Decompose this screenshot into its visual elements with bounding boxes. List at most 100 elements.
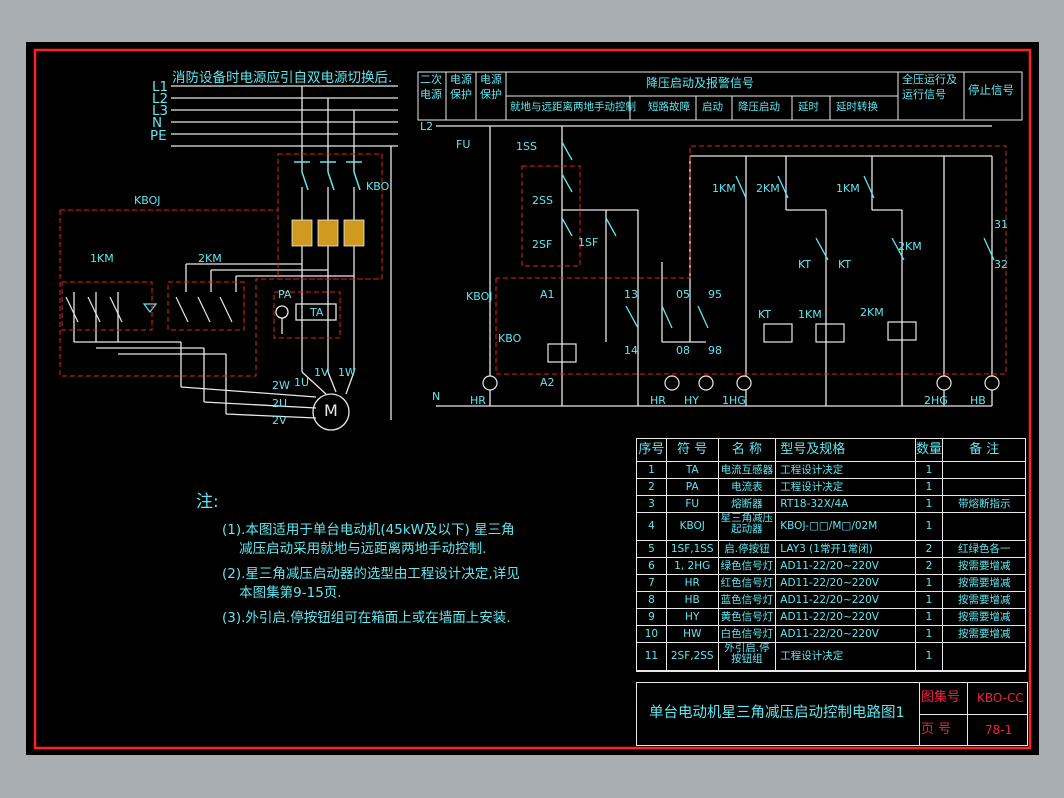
table-cell: HR — [667, 575, 719, 591]
table-cell: 按需要增减 — [957, 628, 1011, 640]
table-row: 4 KBOJ 星三角减压 起动器 KBOJ-□□/M□/02M 1 — [637, 513, 1025, 541]
table-row: 5 1SF,1SS 启.停按钮 LAY3 (1常开1常闭) 2 红绿色各一 — [637, 541, 1025, 558]
label-hr-2: HR — [650, 394, 666, 407]
table-cell: 红绿色各一 — [957, 543, 1011, 555]
table-cell — [943, 643, 1025, 670]
atlas-number: KBO-CC — [977, 691, 1024, 705]
label-hb: HB — [970, 394, 986, 407]
table-cell: RT18-32X/4A — [776, 496, 916, 512]
table-cell: 5 — [637, 541, 667, 557]
hdr-reduced: 降压启动 — [738, 101, 780, 113]
label-13: 13 — [624, 288, 638, 301]
table-cell: 1 — [916, 575, 944, 591]
label-31: 31 — [994, 218, 1008, 231]
label-1w: 1W — [338, 366, 356, 379]
table-cell: 1 — [916, 479, 944, 495]
table-row: 1 TA 电流互感器 工程设计决定 1 — [637, 462, 1025, 479]
label-1km-power: 1KM — [90, 252, 114, 265]
table-cell: 工程设计决定 — [776, 479, 916, 495]
table-cell: KBOJ — [667, 513, 719, 540]
label-1km-coil: 1KM — [798, 308, 822, 321]
table-cell — [943, 479, 1025, 495]
table-cell: 2 — [916, 558, 944, 574]
table-cell: AD11-22/20~220V — [776, 592, 916, 608]
table-cell: 按需要增减 — [957, 611, 1011, 623]
table-cell: 9 — [637, 609, 667, 625]
table-cell: 1 — [637, 462, 667, 478]
note-line-2: 减压启动采用就地与远距离两地手动控制. — [222, 541, 487, 557]
table-cell: AD11-22/20~220V — [776, 609, 916, 625]
hdr-secondary-power: 二次 电源 — [420, 73, 442, 101]
parts-table: 序号符 号名 称型号及规格 数量备 注 1 TA 电流互感器 工程设计决定 1 2 PA 电流表工… — [636, 438, 1026, 672]
hdr-stop: 停止信号 — [968, 83, 1014, 97]
table-header-cell: 数量 — [916, 439, 944, 461]
table-cell: 1, 2HG — [667, 558, 719, 574]
hdr-reduced-start: 降压启动及报警信号 — [646, 76, 755, 90]
table-row: 11 2SF,2SS 外引启.停 按钮组 工程设计决定 1 — [637, 643, 1025, 671]
label-kt-1: KT — [798, 258, 812, 271]
contactor-contacts — [65, 296, 233, 323]
table-row: 6 1, 2HG 绿色信号灯 AD11-22/20~220V 2 按需要增减 — [637, 558, 1025, 575]
table-header-cell: 序号 — [637, 439, 667, 461]
table-cell: HY — [667, 609, 719, 625]
table-row: 7 HR 红色信号灯 AD11-22/20~220V 1 按需要增减 — [637, 575, 1025, 592]
label-fu: FU — [456, 138, 471, 151]
table-cell: KBOJ-□□/M□/02M — [776, 513, 916, 540]
table-cell: 按需要增减 — [957, 594, 1011, 606]
table-cell: HW — [667, 626, 719, 642]
table-cell: 2 — [916, 541, 944, 557]
table-row: 9 HY 黄色信号灯 AD11-22/20~220V 1 按需要增减 — [637, 609, 1025, 626]
hdr-power-protect-1: 电源 保护 — [450, 73, 472, 101]
label-kbo-ctrl: KBO — [498, 332, 522, 345]
hdr-full-run: 全压运行及 运行信号 — [902, 73, 957, 101]
table-cell: 3 — [637, 496, 667, 512]
label-1ss: 1SS — [516, 140, 537, 153]
table-cell: 外引启.停 按钮组 — [719, 643, 777, 670]
table-cell: 8 — [637, 592, 667, 608]
table-cell: 星三角减压 起动器 — [719, 513, 777, 540]
table-cell: 绿色信号灯 — [719, 558, 777, 574]
signal-lamps — [482, 375, 1000, 391]
label-2w: 2W — [272, 379, 290, 392]
table-cell: 按需要增减 — [957, 560, 1011, 572]
dashed-enclosures-control — [495, 145, 1007, 375]
table-header-cell: 备 注 — [969, 442, 1000, 457]
label-2v: 2V — [272, 414, 287, 427]
drawing-title: 单台电动机星三角减压启动控制电路图1 — [649, 705, 905, 721]
label-kboj-power: KBOJ — [134, 194, 161, 207]
table-cell: 1 — [916, 609, 944, 625]
hdr-power-protect-2: 电源 保护 — [480, 73, 502, 101]
table-cell — [943, 513, 1025, 540]
label-1km-no: 1KM — [836, 182, 860, 195]
control-wiring — [436, 125, 993, 407]
table-cell: HB — [667, 592, 719, 608]
table-header-cell: 名 称 — [719, 439, 777, 461]
label-2sf: 2SF — [532, 238, 553, 251]
label-2km-no: 2KM — [898, 240, 922, 253]
label-2km-nc: 2KM — [756, 182, 780, 195]
table-cell — [943, 462, 1025, 478]
table-header-row: 序号符 号名 称型号及规格 数量 备 注 — [637, 439, 1025, 462]
table-cell: 1 — [916, 513, 944, 540]
label-32: 32 — [994, 258, 1008, 271]
label-98: 98 — [708, 344, 722, 357]
hdr-start: 启动 — [702, 101, 723, 113]
label-2hg: 2HG — [924, 394, 948, 407]
label-kboj-ctrl: KBOJ — [466, 290, 493, 303]
label-08: 08 — [676, 344, 690, 357]
label-pa: PA — [278, 288, 292, 301]
power-note: 消防设备时电源应引自双电源切换后. — [172, 70, 393, 86]
table-cell: 7 — [637, 575, 667, 591]
label-95: 95 — [708, 288, 722, 301]
label-1sf: 1SF — [578, 236, 599, 249]
label-l2-ctrl: L2 — [420, 120, 434, 133]
table-header-cell: 符 号 — [667, 439, 719, 461]
label-ta: TA — [310, 306, 324, 319]
table-cell: 启.停按钮 — [719, 541, 777, 557]
table-cell: AD11-22/20~220V — [776, 626, 916, 642]
table-cell: 熔断器 — [719, 496, 777, 512]
label-a1: A1 — [540, 288, 555, 301]
table-cell: 1 — [916, 626, 944, 642]
table-cell: 工程设计决定 — [776, 462, 916, 478]
table-cell: 4 — [637, 513, 667, 540]
